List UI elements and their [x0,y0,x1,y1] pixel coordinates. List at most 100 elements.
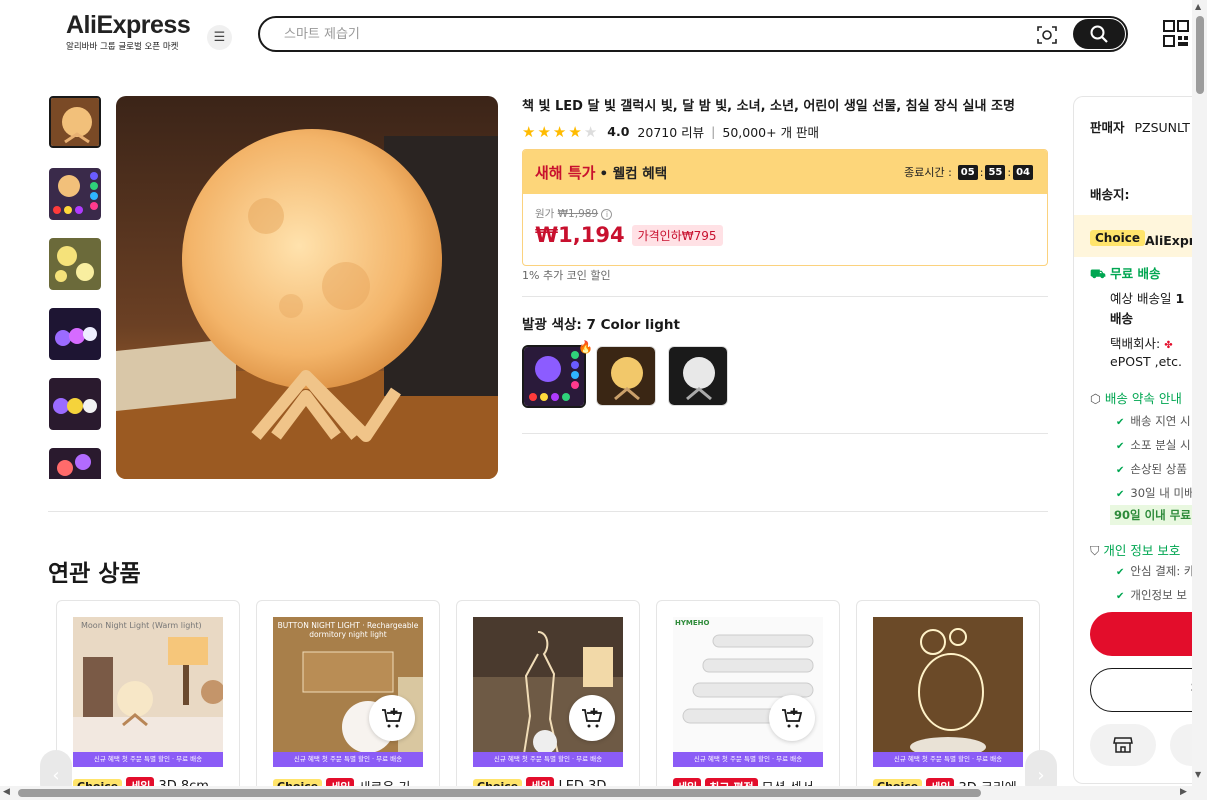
check-icon: ✔ [1116,465,1125,476]
scroll-up-icon[interactable]: ▲ [1195,2,1201,11]
review-count[interactable]: 20710 리뷰 [637,122,704,141]
chevron-left-icon: ‹ [52,764,60,786]
card-image: 신규 혜택 첫 주문 특별 할인 · 무료 배송 [473,617,623,767]
color-swatch-warm[interactable] [596,346,656,406]
star-empty-icon: ★ [583,122,598,141]
yellow-moons-thumb [49,238,101,290]
color-swatch-7-color[interactable] [522,345,586,408]
color-swatch-image [597,347,655,405]
sale-price: ₩1,194 [535,223,625,247]
color-options-thumb [49,168,101,220]
check-icon: ✔ [1116,489,1125,500]
motion-sensor-light-image [673,617,823,767]
choice-badge: Choice [1090,230,1145,246]
gallery-thumbnail[interactable] [49,168,101,220]
search-input[interactable] [282,18,982,50]
product-card[interactable]: 신규 혜택 첫 주문 특별 할인 · 무료 배송 Choice 세일 3D 크리… [856,600,1040,800]
product-title: 책 빛 LED 달 빛 갤럭시 빛, 달 밤 빛, 소녀, 소년, 어린이 생일… [522,99,1015,114]
logo-subtitle: 알리바바 그룹 글로벌 오픈 마켓 [66,42,179,52]
check-icon: ✔ [1116,417,1125,428]
price-drop-badge: 가격인하₩795 [631,224,723,246]
add-to-cart-icon-button[interactable] [569,695,615,741]
price-row: ₩1,194 가격인하₩795 [535,223,1047,247]
check-icon: ✔ [1116,591,1125,602]
menu-button[interactable]: ☰ [207,25,232,50]
info-icon[interactable]: i [601,209,613,220]
star-icon: ★ [552,122,567,141]
store-button[interactable] [1090,724,1156,766]
delivery-promise-row[interactable]: ⬡ 배송 약속 안내 [1090,388,1182,407]
gallery-thumbnail[interactable] [49,448,101,479]
qr-code-icon[interactable] [1163,20,1189,48]
main-product-image[interactable] [116,96,498,479]
divider [522,296,1048,297]
promo-band: 신규 혜택 첫 주문 특별 할인 · 무료 배송 [73,752,223,767]
promo-band: 신규 혜택 첫 주문 특별 할인 · 무료 배송 [273,752,423,767]
related-title: 연관 상품 [48,561,141,587]
gallery-thumbnail[interactable] [49,378,101,430]
privacy-row[interactable]: ⛉ 개인 정보 보호 [1090,540,1180,559]
original-price: ₩1,989 [557,208,599,220]
card-image: BUTTON NIGHT LIGHT · Rechargeable dormit… [273,617,423,767]
gallery-thumbnail[interactable] [49,308,101,360]
divider [522,433,1048,434]
logo-text: AliExpress [66,11,191,39]
privacy-item: ✔ 안심 결제: 카 [1116,564,1195,578]
add-to-cart-icon-button[interactable] [369,695,415,741]
product-card[interactable]: BUTTON NIGHT LIGHT · Rechargeable dormit… [256,600,440,800]
delivery-label: 배송 [1110,311,1134,326]
color-swatch-image [524,347,584,406]
color-swatch-white[interactable] [668,346,728,406]
vertical-scroll-thumb[interactable] [1196,16,1204,94]
star-icon: ★ [537,122,551,141]
divider: | [711,124,716,139]
seller-name[interactable]: PZSUNLT [1135,120,1190,135]
moon-night-light-thumb [49,448,101,479]
cart-plus-icon [382,708,403,728]
buy-now-button[interactable] [1090,612,1207,656]
sold-count: 50,000+ 개 판매 [722,125,820,140]
rating-row[interactable]: ★ ★ ★ ★ ★ 4.0 20710 리뷰 | 50,000+ 개 판매 [522,122,819,141]
vertical-scrollbar[interactable]: ▲ ▼ [1192,0,1207,786]
timer-hours: 05 [957,164,978,180]
image-search-icon[interactable] [1036,24,1058,46]
privacy-item: ✔ 개인정보 보 [1116,588,1187,602]
card-image: Moon Night Light (Warm light) 신규 혜택 첫 주문… [73,617,223,767]
product-card[interactable]: Moon Night Light (Warm light) 신규 혜택 첫 주문… [56,600,240,800]
aliexpress-logo[interactable]: AliExpress 알리바바 그룹 글로벌 오픈 마켓 [66,12,191,52]
product-card[interactable]: HYMEHO 신규 혜택 첫 주문 특별 할인 · 무료 배송 세일 최고 평점… [656,600,840,800]
carrier-name: ePOST ,etc. [1110,354,1183,369]
scroll-down-icon[interactable]: ▼ [1195,770,1201,779]
countdown-timer: 종료시간 : 05: 55: 04 [904,164,1035,180]
search-button[interactable] [1073,19,1125,49]
horizontal-scrollbar[interactable]: ◀ ▶ [0,786,1207,800]
horizontal-scroll-thumb[interactable] [18,789,981,797]
add-to-cart-button[interactable]: 장 [1090,668,1207,712]
card-image-caption: BUTTON NIGHT LIGHT · Rechargeable dormit… [277,621,419,639]
eta-value: 1 [1175,291,1185,306]
promo-band: 신규 혜택 첫 주문 특별 할인 · 무료 배송 [873,752,1023,767]
add-to-cart-icon-button[interactable] [769,695,815,741]
scroll-left-icon[interactable]: ◀ [3,787,10,797]
deal-box: 새해 특가 • 웰컴 혜택 종료시간 : 05: 55: 04 원가 ₩1,98… [522,149,1048,266]
purchase-panel: 판매자 PZSUNLT 배송지: Choice AliExpr ⛟ 무료 배송 … [1073,96,1207,784]
check-icon: ✔ [1116,441,1125,452]
color-swatch-image [669,347,727,405]
shield-icon: ⛉ [1090,543,1100,558]
moon-lamp-image [116,96,498,479]
privacy-label: 개인 정보 보호 [1103,543,1181,558]
gallery-thumbnail[interactable] [49,96,101,148]
carrier-row: 택배회사: ✤ [1110,333,1173,352]
product-card[interactable]: 신규 혜택 첫 주문 특별 할인 · 무료 배송 Choice 세일 LED 3… [456,600,640,800]
store-icon [1113,737,1133,753]
seller-label: 판매자 [1090,120,1125,135]
gallery-thumbnail[interactable] [49,238,101,290]
card-image-caption: Moon Night Light (Warm light) [81,621,202,630]
promise-item: ✔ 손상된 상품 [1116,462,1187,476]
rechargeable-night-light-image [273,617,423,767]
purple-moons-thumb [49,308,101,360]
truck-icon: ⛟ [1090,266,1106,281]
scroll-right-icon[interactable]: ▶ [1180,787,1187,797]
rating-value: 4.0 [607,124,630,139]
chevron-right-icon: › [1037,764,1045,786]
